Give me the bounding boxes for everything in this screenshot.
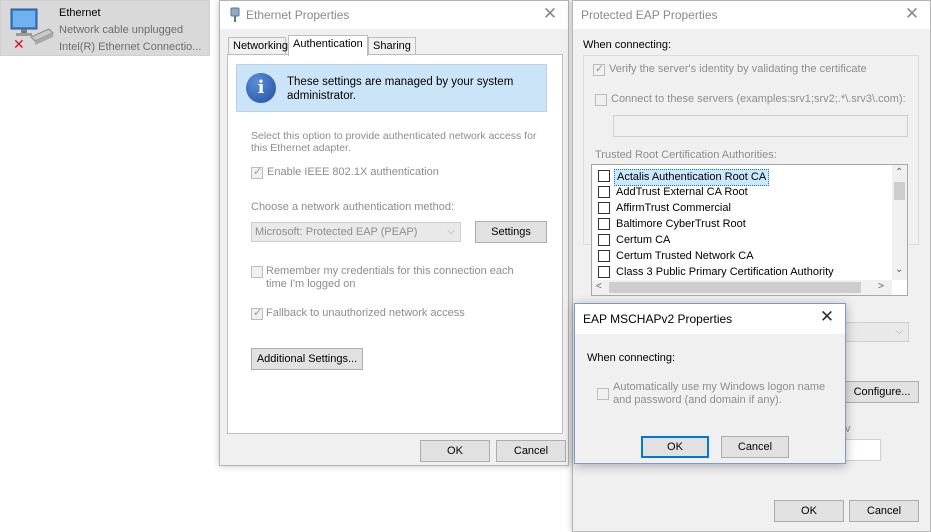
auto-logon-checkbox[interactable] (597, 388, 609, 400)
auto-logon-label: Automatically use my Windows logon name … (613, 381, 826, 406)
auth-method-select[interactable]: Microsoft: Protected EAP (PEAP) ⌵ (251, 222, 461, 242)
fallback-checkbox[interactable]: ✓ (251, 307, 263, 320)
configure-button[interactable]: Configure... (845, 381, 919, 403)
network-adapter-icon: ✕ (10, 8, 54, 51)
cancel-button[interactable]: Cancel (496, 440, 566, 462)
ok-button[interactable]: OK (420, 440, 490, 462)
remember-credentials-checkbox[interactable] (251, 266, 263, 278)
cancel-button[interactable]: Cancel (849, 500, 919, 522)
auth-description: Select this option to provide authentica… (251, 130, 537, 154)
settings-button[interactable]: Settings (475, 221, 547, 243)
vertical-scrollbar[interactable]: ⌃ ⌄ (892, 165, 907, 280)
additional-settings-button[interactable]: Additional Settings... (251, 348, 363, 370)
info-text: These settings are managed by your syste… (287, 76, 514, 102)
enable-8021x-checkbox[interactable]: ✓ (251, 166, 263, 179)
partial-input[interactable] (845, 439, 881, 461)
ethernet-properties-titlebar: Ethernet Properties ✕ (220, 1, 568, 29)
managed-info-banner: i These settings are managed by your sys… (236, 64, 547, 112)
trusted-ca-label: Trusted Root Certification Authorities: (595, 149, 777, 161)
peap-titlebar: Protected EAP Properties ✕ (573, 1, 930, 29)
verify-server-label: Verify the server's identity by validati… (609, 63, 867, 75)
ethernet-properties-window: Ethernet Properties ✕ Networking Authent… (219, 0, 569, 466)
enable-8021x-label: Enable IEEE 802.1X authentication (267, 166, 439, 178)
scroll-thumb[interactable] (894, 182, 905, 200)
fallback-label: Fallback to unauthorized network access (266, 307, 465, 319)
verify-server-checkbox[interactable]: ✓ (593, 63, 605, 76)
connect-servers-checkbox[interactable] (595, 94, 607, 106)
scroll-left-icon[interactable]: < (596, 281, 602, 292)
choose-method-label: Choose a network authentication method: (251, 201, 455, 213)
mschap-titlebar: EAP MSCHAPv2 Properties ✕ (575, 304, 845, 334)
ok-button[interactable]: OK (774, 500, 844, 522)
ok-button[interactable]: OK (641, 436, 709, 458)
tab-sharing[interactable]: Sharing (368, 37, 416, 55)
chevron-down-icon: ⌵ (447, 226, 455, 237)
window-title: EAP MSCHAPv2 Properties (583, 312, 733, 326)
network-plug-icon (230, 7, 240, 22)
scroll-up-icon[interactable]: ⌃ (895, 167, 903, 178)
ethernet-adapter-tile[interactable]: ✕ Ethernet Network cable unplugged Intel… (0, 0, 210, 56)
trusted-ca-list[interactable]: Actalis Authentication Root CA AddTrust … (591, 164, 908, 296)
scroll-right-icon[interactable]: > (878, 281, 884, 292)
adapter-device: Intel(R) Ethernet Connectio... (59, 41, 202, 53)
eap-mschapv2-properties-window: EAP MSCHAPv2 Properties ✕ When connectin… (574, 303, 846, 464)
adapter-status: Network cable unplugged (59, 24, 184, 36)
servers-input[interactable] (613, 115, 908, 137)
scroll-thumb[interactable] (609, 282, 861, 293)
chevron-down-icon: ⌵ (895, 326, 903, 337)
close-icon[interactable]: ✕ (538, 3, 562, 25)
cancel-button[interactable]: Cancel (721, 436, 789, 458)
window-title: Protected EAP Properties (581, 8, 718, 22)
auth-method-value: Microsoft: Protected EAP (PEAP) (255, 226, 418, 238)
close-icon[interactable]: ✕ (900, 3, 924, 25)
when-connecting-label: When connecting: (587, 352, 676, 364)
close-icon[interactable]: ✕ (815, 306, 839, 328)
error-x-icon: ✕ (13, 37, 25, 51)
connect-servers-label: Connect to these servers (examples:srv1;… (611, 93, 906, 105)
authentication-panel: i These settings are managed by your sys… (227, 54, 563, 434)
adapter-text: Ethernet Network cable unplugged Intel(R… (59, 5, 201, 56)
remember-credentials-label: Remember my credentials for this connect… (266, 265, 514, 290)
tab-networking[interactable]: Networking (228, 37, 288, 55)
horizontal-scrollbar[interactable]: < > (592, 280, 892, 295)
when-connecting-label: When connecting: (583, 39, 672, 51)
adapter-name: Ethernet (59, 7, 101, 19)
scroll-down-icon[interactable]: ⌄ (895, 264, 903, 275)
tab-authentication[interactable]: Authentication (288, 35, 368, 56)
info-icon: i (246, 73, 276, 103)
window-title: Ethernet Properties (246, 8, 350, 22)
